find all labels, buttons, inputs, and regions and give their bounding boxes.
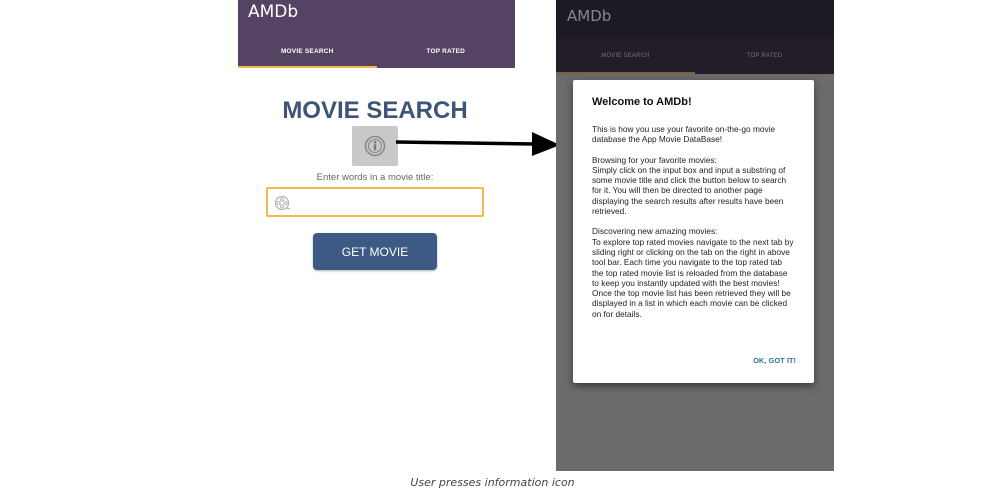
figure-caption: User presses information icon <box>410 476 575 489</box>
tab-movie-search[interactable]: MOVIE SEARCH <box>238 34 377 68</box>
search-input[interactable] <box>296 193 476 213</box>
app-title: AMDb <box>567 7 612 25</box>
left-tab-bar: MOVIE SEARCH TOP RATED <box>238 34 515 68</box>
right-tab-bar: MOVIE SEARCH TOP RATED <box>556 38 834 74</box>
arrow-right-icon <box>396 132 560 156</box>
dialog-title: Welcome to AMDb! <box>592 96 692 108</box>
right-phone-screen: AMDb MOVIE SEARCH TOP RATED Welcome to A… <box>556 0 834 471</box>
page-title: MOVIE SEARCH <box>282 97 468 124</box>
film-reel-icon <box>274 195 290 211</box>
dialog-body: This is how you use your favorite on-the… <box>592 124 795 319</box>
get-movie-button[interactable]: GET MOVIE <box>313 233 437 270</box>
dialog-discovering-text: Discovering new amazing movies: To explo… <box>592 226 794 319</box>
info-button[interactable] <box>352 126 398 166</box>
app-title: AMDb <box>248 2 299 22</box>
search-hint-label: Enter words in a movie title: <box>316 172 434 183</box>
tab-movie-search[interactable]: MOVIE SEARCH <box>556 38 695 74</box>
welcome-dialog: Welcome to AMDb! This is how you use you… <box>573 80 814 383</box>
tab-top-rated[interactable]: TOP RATED <box>377 34 516 68</box>
dialog-browsing-text: Browsing for your favorite movies: Simpl… <box>592 154 787 217</box>
tab-top-rated[interactable]: TOP RATED <box>695 38 834 74</box>
right-app-bar: AMDb <box>556 0 834 38</box>
ok-got-it-button[interactable]: OK, GOT IT! <box>753 356 796 365</box>
search-field[interactable] <box>266 187 484 217</box>
info-icon <box>364 135 386 157</box>
dialog-intro-text: This is how you use your favorite on-the… <box>592 124 776 145</box>
left-app-bar: AMDb <box>238 0 515 34</box>
